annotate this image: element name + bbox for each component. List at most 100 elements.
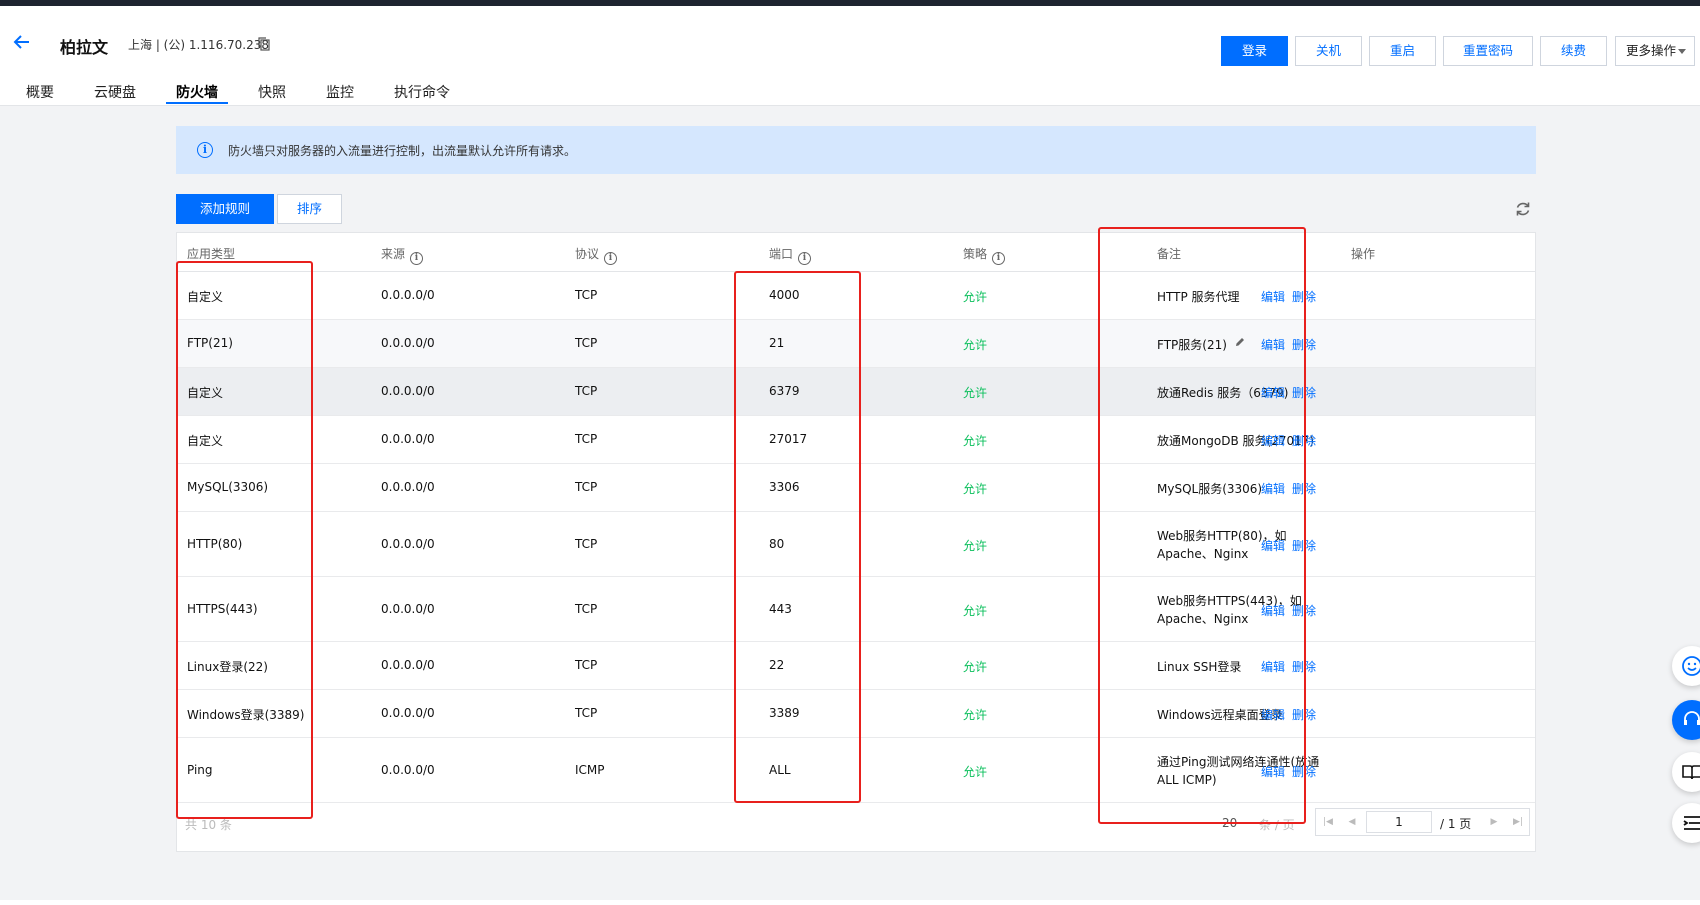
more-actions-dropdown[interactable]: 更多操作 (1615, 36, 1695, 66)
cell-source: 0.0.0.0/0 (381, 288, 435, 302)
cell-source: 0.0.0.0/0 (381, 536, 435, 551)
cell-policy: 允许 (963, 482, 988, 496)
instance-name: 柏拉文 (60, 38, 109, 57)
page-size-unit: 条 / 页 (1259, 818, 1295, 832)
page-size-select[interactable]: 20 (1222, 816, 1237, 830)
edit-rule-link[interactable]: 编辑 (1261, 480, 1285, 497)
header-app-type: 应用类型 (187, 247, 236, 261)
headset-icon (1684, 711, 1700, 725)
header-policy-label: 策略 (963, 247, 988, 261)
cell-policy: 允许 (963, 386, 988, 400)
edit-rule-link[interactable]: 编辑 (1261, 763, 1285, 780)
delete-rule-link[interactable]: 删除 (1292, 384, 1316, 401)
table-row: MySQL(3306) 0.0.0.0/0 TCP 3306 允许 MySQL服务(330… (177, 464, 1535, 512)
delete-rule-link[interactable]: 删除 (1292, 480, 1316, 497)
copy-icon[interactable] (258, 37, 270, 51)
cell-source: 0.0.0.0/0 (381, 706, 435, 720)
edit-rule-link[interactable]: 编辑 (1261, 336, 1285, 353)
cell-policy: 允许 (963, 660, 988, 674)
edit-rule-link[interactable]: 编辑 (1261, 288, 1285, 305)
info-icon[interactable]: i (798, 252, 812, 265)
book-icon (1682, 765, 1700, 780)
cell-protocol: TCP (575, 601, 598, 616)
cell-app-type: 自定义 (187, 290, 224, 304)
cell-port: 443 (769, 601, 792, 616)
cell-port: 3389 (769, 706, 800, 720)
cell-protocol: TCP (575, 480, 598, 494)
edit-note-pencil-icon[interactable] (1228, 336, 1246, 350)
cell-port: 21 (769, 336, 785, 350)
refresh-icon[interactable] (1514, 200, 1532, 218)
shutdown-button[interactable]: 关机 (1295, 36, 1362, 66)
header-source: 来源 i (381, 245, 424, 265)
cell-policy: 允许 (963, 538, 988, 553)
edit-rule-link[interactable]: 编辑 (1261, 706, 1285, 723)
delete-rule-link[interactable]: 删除 (1292, 288, 1316, 305)
last-page-icon[interactable]: ▶| (1506, 809, 1530, 835)
sort-button[interactable]: 排序 (277, 194, 342, 224)
header-note: 备注 (1157, 247, 1182, 261)
support-float-button[interactable] (1672, 700, 1700, 740)
delete-rule-link[interactable]: 删除 (1292, 432, 1316, 449)
table-row: 自定义 0.0.0.0/0 TCP 6379 允许 放通Redis 服务（6379) 编辑删… (177, 368, 1535, 416)
cell-protocol: TCP (575, 432, 598, 446)
delete-rule-link[interactable]: 删除 (1292, 336, 1316, 353)
menu-float-button[interactable] (1672, 803, 1700, 843)
tab-snapshot[interactable]: 快照 (258, 82, 286, 102)
back-arrow-icon[interactable] (12, 32, 34, 54)
cell-app-type: Linux登录(22) (187, 660, 268, 674)
delete-rule-link[interactable]: 删除 (1292, 658, 1316, 675)
table-row: 自定义 0.0.0.0/0 TCP 27017 允许 放通MongoDB 服务(27017… (177, 416, 1535, 464)
login-button[interactable]: 登录 (1221, 36, 1288, 66)
info-icon[interactable]: i (604, 252, 618, 265)
delete-rule-link[interactable]: 删除 (1292, 537, 1316, 554)
first-page-icon[interactable]: |◀ (1316, 809, 1340, 835)
tab-firewall[interactable]: 防火墙 (176, 82, 218, 102)
edit-rule-link[interactable]: 编辑 (1261, 658, 1285, 675)
notice-text: 防火墙只对服务器的入流量进行控制，出流量默认允许所有请求。 (228, 144, 577, 158)
tab-monitor[interactable]: 监控 (326, 82, 354, 102)
table-row: Ping 0.0.0.0/0 ICMP ALL 允许 通过Ping测试网络连通性(放通AL… (177, 738, 1535, 803)
page-number-input[interactable]: 1 (1366, 811, 1432, 833)
delete-rule-link[interactable]: 删除 (1292, 763, 1316, 780)
renew-button[interactable]: 续费 (1540, 36, 1607, 66)
tab-cloud-disk[interactable]: 云硬盘 (94, 82, 136, 102)
delete-rule-link[interactable]: 删除 (1292, 602, 1316, 619)
reset-password-button[interactable]: 重置密码 (1443, 36, 1533, 66)
table-row: Windows登录(3389) 0.0.0.0/0 TCP 3389 允许 Windows… (177, 690, 1535, 738)
next-page-icon[interactable]: ▶ (1482, 809, 1506, 835)
cell-protocol: TCP (575, 288, 598, 302)
feedback-float-button[interactable] (1672, 646, 1700, 686)
cell-app-type: Windows登录(3389) (187, 708, 305, 722)
cell-protocol: TCP (575, 706, 598, 720)
docs-float-button[interactable] (1672, 752, 1700, 792)
cell-app-type: Ping (187, 762, 213, 777)
restart-button[interactable]: 重启 (1369, 36, 1436, 66)
cell-source: 0.0.0.0/0 (381, 601, 435, 616)
table-row: FTP(21) 0.0.0.0/0 TCP 21 允许 FTP服务(21) 编辑 删除 (177, 320, 1535, 368)
edit-rule-link[interactable]: 编辑 (1261, 537, 1285, 554)
cell-policy: 允许 (963, 708, 988, 722)
info-icon[interactable]: i (410, 252, 424, 265)
cell-protocol: TCP (575, 336, 598, 350)
cell-app-type: HTTPS(443) (187, 601, 258, 616)
add-rule-button[interactable]: 添加规则 (176, 194, 274, 224)
tab-run-command[interactable]: 执行命令 (394, 82, 450, 102)
edit-rule-link[interactable]: 编辑 (1261, 602, 1285, 619)
table-header: 应用类型 来源 i 协议 i 端口 i 策略 i 备注 操作 (177, 233, 1535, 272)
edit-rule-link[interactable]: 编辑 (1261, 432, 1285, 449)
cell-source: 0.0.0.0/0 (381, 336, 435, 350)
delete-rule-link[interactable]: 删除 (1292, 706, 1316, 723)
total-pages: / 1 页 (1440, 817, 1472, 831)
tab-overview[interactable]: 概要 (26, 82, 54, 102)
cell-policy: 允许 (963, 434, 988, 448)
info-icon[interactable]: i (992, 252, 1006, 265)
prev-page-icon[interactable]: ◀ (1340, 809, 1364, 835)
header-port-label: 端口 (769, 247, 794, 261)
edit-rule-link[interactable]: 编辑 (1261, 384, 1285, 401)
cell-policy: 允许 (963, 603, 988, 618)
cell-app-type: HTTP(80) (187, 536, 243, 551)
cell-port: 80 (769, 536, 785, 551)
header-ops: 操作 (1351, 247, 1376, 261)
total-count: 共 10 条 (185, 818, 232, 832)
